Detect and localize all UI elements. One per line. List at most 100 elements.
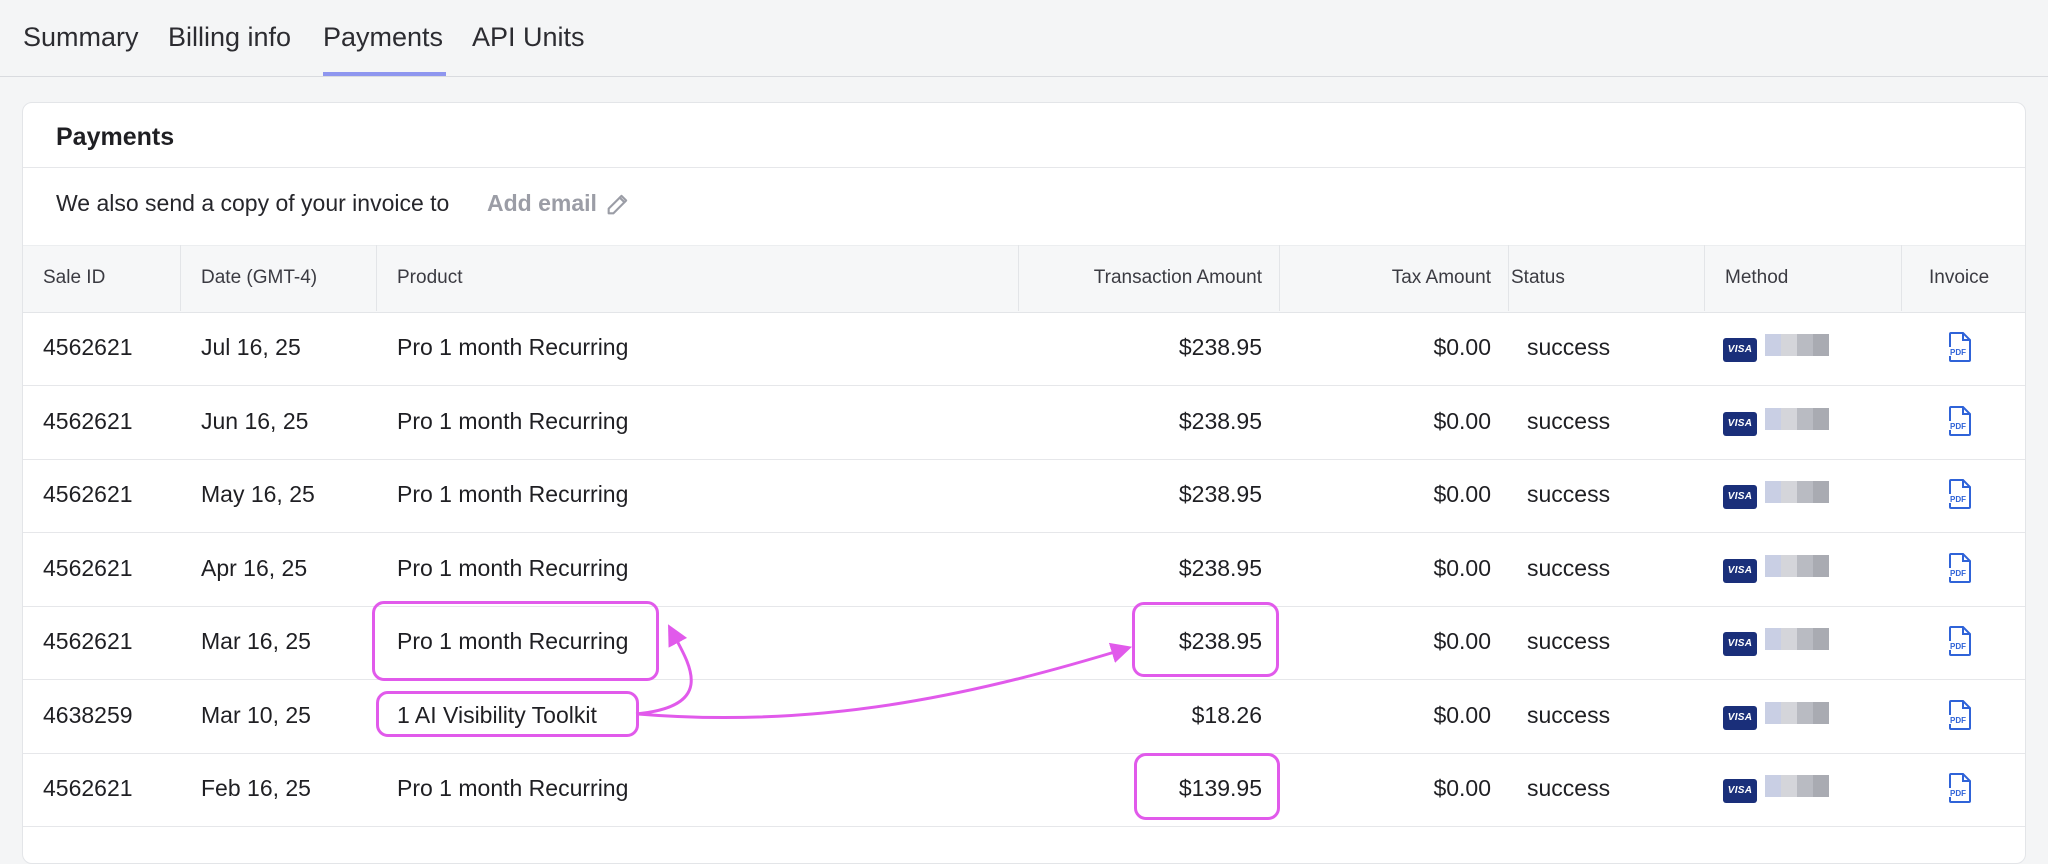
svg-text:PDF: PDF <box>1950 642 1966 651</box>
sale-id-cell: 4562621 <box>43 554 133 581</box>
tax-amount-cell: $0.00 <box>1433 554 1491 581</box>
date-cell: Mar 10, 25 <box>201 701 311 728</box>
column-divider <box>180 245 181 311</box>
table-row: 4562621 May 16, 25 Pro 1 month Recurring $2… <box>23 459 2025 533</box>
pdf-file-icon[interactable]: PDF <box>1946 773 1974 803</box>
status-cell: success <box>1527 554 1611 581</box>
visa-card-icon: VISA <box>1723 485 1757 509</box>
tax-amount-cell: $0.00 <box>1433 701 1491 728</box>
sale-id-cell: 4638259 <box>43 701 133 728</box>
product-cell: Pro 1 month Recurring <box>397 481 629 507</box>
visa-card-icon: VISA <box>1723 411 1757 436</box>
pdf-file-icon[interactable]: PDF <box>1946 479 1974 509</box>
status-cell: success <box>1527 334 1611 360</box>
column-divider <box>1901 245 1902 311</box>
table-row: 4562621 Mar 16, 25 Pro 1 month Recurring $2… <box>23 606 2025 680</box>
table-row: 4562621 Jul 16, 25 Pro 1 month Recurring $2… <box>23 312 2025 386</box>
payments-card: Payments We also send a copy of your inv… <box>22 102 2026 864</box>
date-cell: May 16, 25 <box>201 481 315 507</box>
table-header: Sale ID Date (GMT-4) Product Transaction… <box>23 245 2025 313</box>
svg-text:PDF: PDF <box>1950 716 1966 725</box>
product-cell: 1 AI Visibility Toolkit <box>397 701 597 728</box>
tax-amount-cell: $0.00 <box>1433 334 1491 360</box>
transaction-amount-cell: $139.95 <box>1178 775 1262 801</box>
column-divider <box>1018 245 1019 311</box>
col-method: Method <box>1725 267 1789 288</box>
sale-id-cell: 4562621 <box>43 407 133 434</box>
status-cell: success <box>1527 407 1611 434</box>
masked-card-number <box>1765 554 1829 577</box>
col-sale-id: Sale ID <box>43 267 106 288</box>
pdf-file-icon[interactable]: PDF <box>1946 405 1974 436</box>
date-cell: Mar 16, 25 <box>201 628 311 654</box>
svg-text:PDF: PDF <box>1950 348 1966 357</box>
transaction-amount-cell: $238.95 <box>1178 554 1262 581</box>
masked-card-number <box>1765 701 1829 724</box>
tax-amount-cell: $0.00 <box>1433 481 1491 507</box>
transaction-amount-cell: $18.26 <box>1191 701 1262 728</box>
transaction-amount-cell: $238.95 <box>1178 628 1262 654</box>
tab-payments[interactable]: Payments <box>323 22 446 76</box>
date-cell: Jun 16, 25 <box>201 407 309 434</box>
tax-amount-cell: $0.00 <box>1433 407 1491 434</box>
table-row: 4562621 Apr 16, 25 Pro 1 month Recurring $2… <box>23 533 2025 607</box>
visa-card-icon: VISA <box>1723 632 1757 656</box>
tab-summary[interactable]: Summary <box>23 22 139 76</box>
column-divider <box>1279 245 1280 311</box>
card-divider <box>23 167 2025 168</box>
col-date: Date (GMT-4) <box>201 267 318 288</box>
masked-card-number <box>1765 481 1829 503</box>
masked-card-number <box>1765 628 1829 650</box>
masked-card-number <box>1765 407 1829 430</box>
col-product: Product <box>397 267 463 288</box>
date-cell: Feb 16, 25 <box>201 775 311 801</box>
visa-card-icon: VISA <box>1723 558 1757 583</box>
product-cell: Pro 1 month Recurring <box>397 334 629 360</box>
sale-id-cell: 4562621 <box>43 775 133 801</box>
svg-text:PDF: PDF <box>1950 422 1966 431</box>
col-transaction-amount: Transaction Amount <box>1093 267 1262 288</box>
sale-id-cell: 4562621 <box>43 334 133 360</box>
tab-api-units[interactable]: API Units <box>472 22 585 76</box>
transaction-amount-cell: $238.95 <box>1178 481 1262 507</box>
col-tax-amount: Tax Amount <box>1391 267 1491 288</box>
status-cell: success <box>1527 481 1611 507</box>
pdf-file-icon[interactable]: PDF <box>1946 699 1974 730</box>
invoice-email-text: We also send a copy of your invoice to <box>56 190 450 216</box>
sale-id-cell: 4562621 <box>43 628 133 654</box>
product-cell: Pro 1 month Recurring <box>397 554 629 581</box>
add-email-link[interactable]: Add email <box>487 190 597 217</box>
product-cell: Pro 1 month Recurring <box>397 775 629 801</box>
table-row: 4562621 Feb 16, 25 Pro 1 month Recurring $1… <box>23 753 2025 827</box>
masked-card-number <box>1765 334 1829 356</box>
pdf-file-icon[interactable]: PDF <box>1946 626 1974 656</box>
masked-card-number <box>1765 775 1829 797</box>
visa-card-icon: VISA <box>1723 779 1757 803</box>
table-row: 4638259 Mar 10, 25 1 AI Visibility Toolkit… <box>23 680 2025 754</box>
product-cell: Pro 1 month Recurring <box>397 407 629 434</box>
tax-amount-cell: $0.00 <box>1433 775 1491 801</box>
col-status: Status <box>1511 267 1565 288</box>
sale-id-cell: 4562621 <box>43 481 133 507</box>
pencil-icon[interactable] <box>604 190 632 218</box>
col-invoice: Invoice <box>1929 267 1990 288</box>
transaction-amount-cell: $238.95 <box>1178 334 1262 360</box>
column-divider <box>1508 245 1509 311</box>
table-row: 4562621 Jun 16, 25 Pro 1 month Recurring $2… <box>23 386 2025 460</box>
svg-text:PDF: PDF <box>1950 789 1966 798</box>
tab-bar: Summary Billing info Payments API Units <box>0 0 2048 77</box>
tab-billing-info[interactable]: Billing info <box>168 22 291 76</box>
pdf-file-icon[interactable]: PDF <box>1946 332 1974 362</box>
svg-text:PDF: PDF <box>1950 569 1966 578</box>
status-cell: success <box>1527 701 1611 728</box>
pdf-file-icon[interactable]: PDF <box>1946 552 1974 583</box>
status-cell: success <box>1527 775 1611 801</box>
visa-card-icon: VISA <box>1723 705 1757 730</box>
date-cell: Apr 16, 25 <box>201 554 308 581</box>
svg-text:PDF: PDF <box>1950 495 1966 504</box>
card-title: Payments <box>56 123 175 151</box>
date-cell: Jul 16, 25 <box>201 334 301 360</box>
transaction-amount-cell: $238.95 <box>1178 407 1262 434</box>
visa-card-icon: VISA <box>1723 338 1757 362</box>
tax-amount-cell: $0.00 <box>1433 628 1491 654</box>
